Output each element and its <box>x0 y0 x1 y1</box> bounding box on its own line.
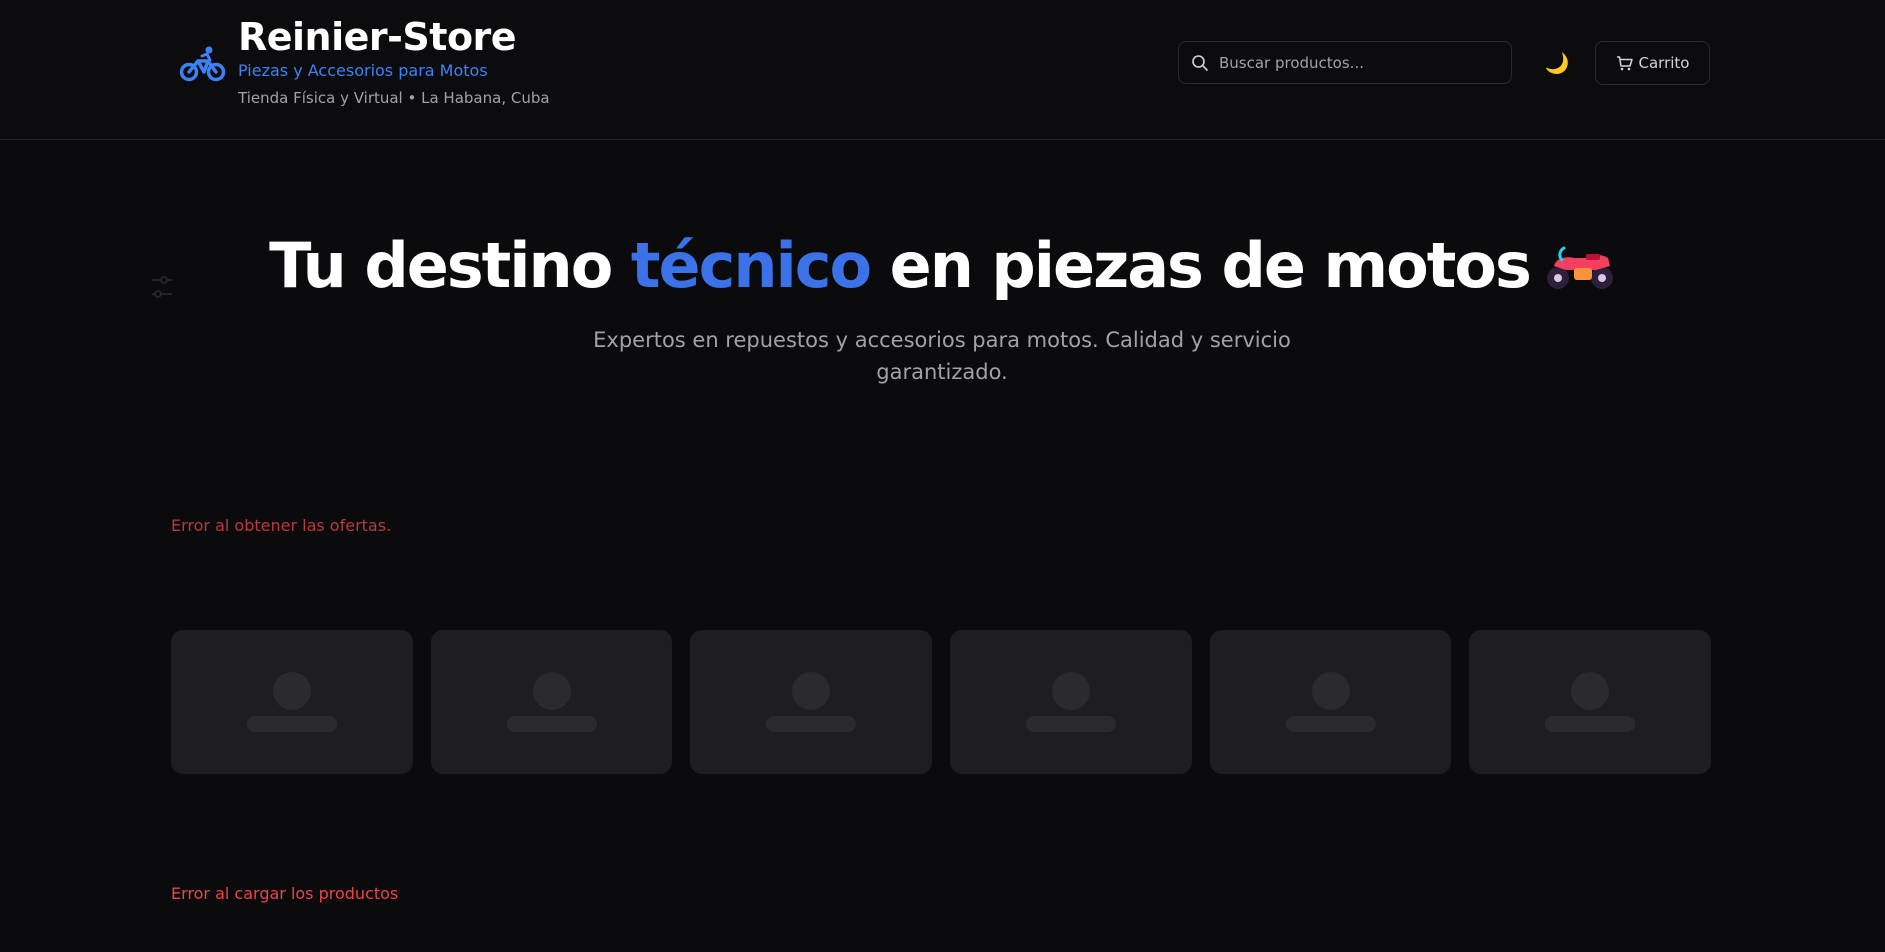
hero-subtitle: Expertos en repuestos y accesorios para … <box>593 328 1291 384</box>
skeleton-text-placeholder <box>246 716 337 732</box>
skeleton-avatar-placeholder <box>1571 672 1610 710</box>
cart-icon <box>1616 55 1633 70</box>
skeleton-text-placeholder <box>1025 716 1116 732</box>
skeleton-avatar-placeholder <box>792 672 831 710</box>
skeleton-text-placeholder <box>1545 716 1636 732</box>
hero-title-before: Tu destino <box>269 229 631 302</box>
cart-button[interactable]: Carrito <box>1595 41 1710 85</box>
hero-title: Tu destino técnico en piezas de motos <box>0 226 1885 306</box>
skeleton-avatar-placeholder <box>1051 672 1090 710</box>
offers-error-message: Error al obtener las ofertas. <box>171 516 392 535</box>
hero-title-after: en piezas de motos <box>870 229 1532 302</box>
store-location: Tienda Física y Virtual • La Habana, Cub… <box>238 89 550 107</box>
skeleton-text-placeholder <box>1285 716 1376 732</box>
motorcycle-icon <box>1546 246 1613 289</box>
moon-icon: 🌙 <box>1544 51 1570 75</box>
skeleton-card <box>1469 630 1712 774</box>
bicycle-icon <box>180 46 226 82</box>
search-input[interactable] <box>1219 53 1499 72</box>
hero-title-accent: técnico <box>630 229 872 302</box>
site-subtitle: Piezas y Accesorios para Motos <box>238 61 488 80</box>
search-icon <box>1192 54 1208 71</box>
theme-toggle-button[interactable]: 🌙 <box>1542 48 1572 78</box>
skeleton-text-placeholder <box>506 716 597 732</box>
skeleton-card <box>950 630 1192 774</box>
site-title: Reinier-Store <box>238 15 517 59</box>
skeleton-text-placeholder <box>766 716 857 732</box>
skeleton-card-row <box>171 630 1712 774</box>
skeleton-card <box>1209 630 1452 774</box>
skeleton-avatar-placeholder <box>532 672 571 710</box>
skeleton-avatar-placeholder <box>272 672 311 710</box>
skeleton-card <box>171 630 413 774</box>
search-box[interactable] <box>1178 41 1512 84</box>
page: Reinier-Store Piezas y Accesorios para M… <box>0 0 1885 952</box>
site-header: Reinier-Store Piezas y Accesorios para M… <box>0 0 1885 140</box>
skeleton-avatar-placeholder <box>1311 672 1350 710</box>
skeleton-card <box>690 630 933 774</box>
cart-label: Carrito <box>1638 54 1690 72</box>
skeleton-card <box>430 630 673 774</box>
products-error-message: Error al cargar los productos <box>171 884 399 903</box>
brand-text: Reinier-Store Piezas y Accesorios para M… <box>238 14 550 108</box>
